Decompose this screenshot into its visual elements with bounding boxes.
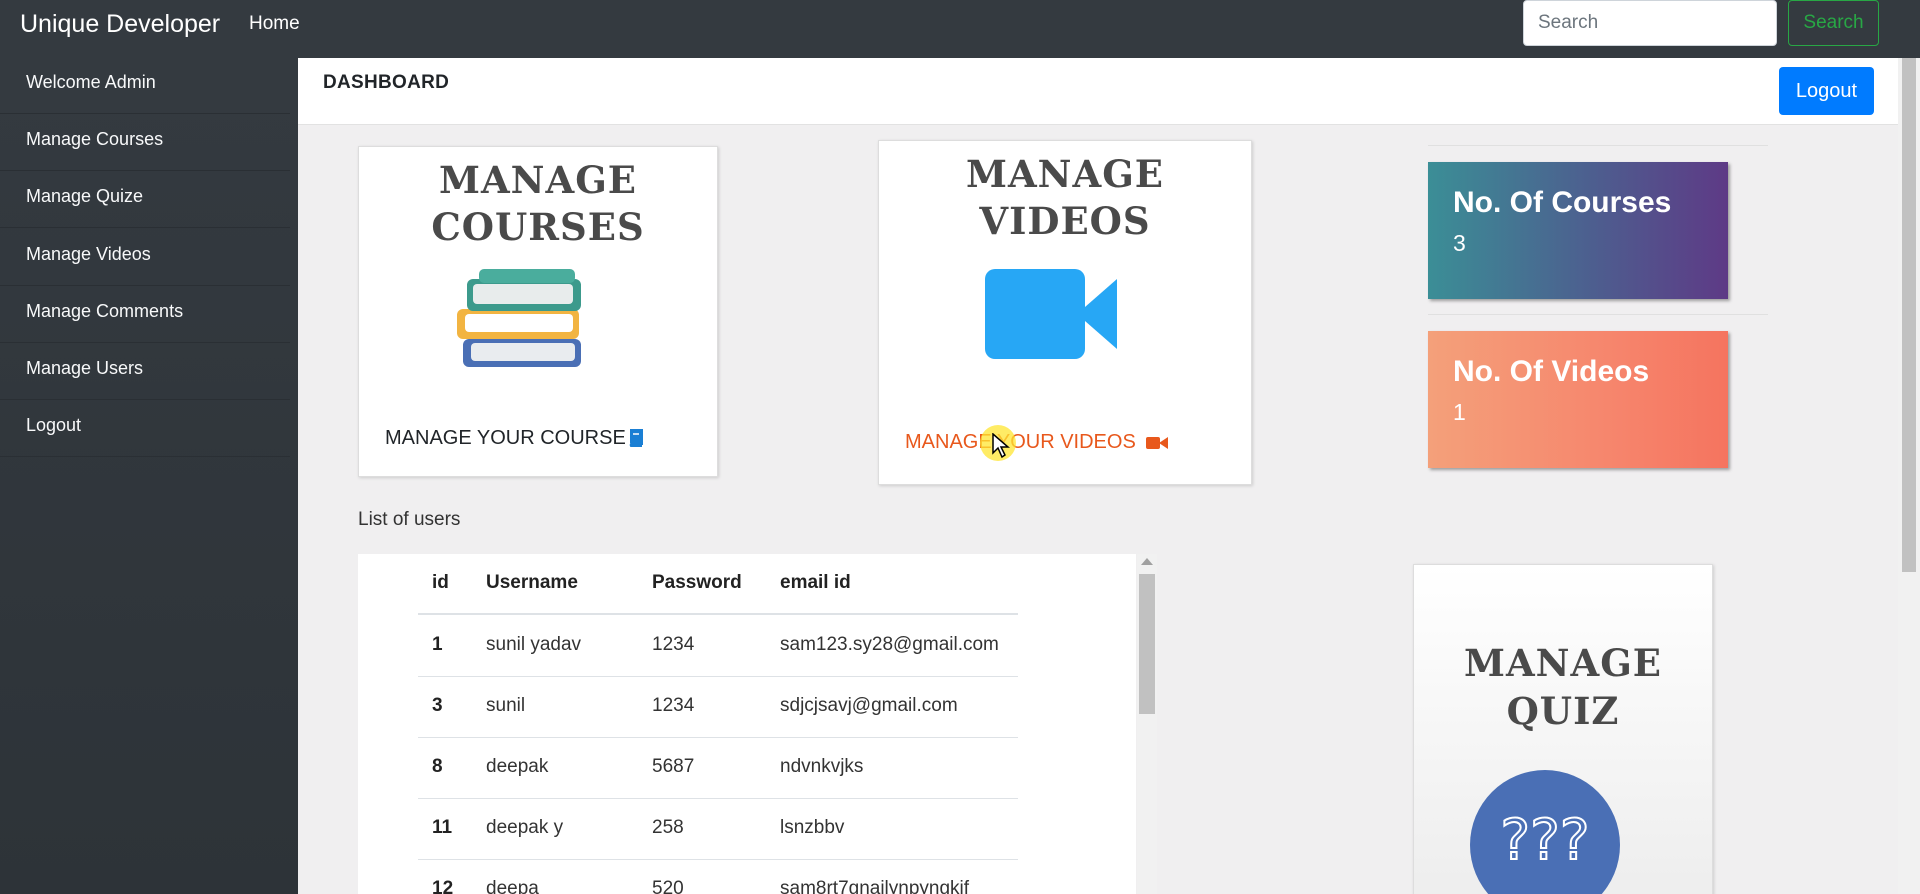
- cell-id: 8: [432, 756, 443, 777]
- quiz-question-icon: ???: [1470, 770, 1620, 894]
- table-row: 3 sunil 1234 sdjcjsavj@gmail.com: [418, 677, 1018, 738]
- sidebar-item-logout[interactable]: Logout: [0, 401, 290, 457]
- divider: [1428, 314, 1768, 315]
- cell-email: ndvnkvjks: [780, 756, 864, 777]
- cell-id: 12: [432, 878, 454, 894]
- table-scrollbar-thumb[interactable]: [1139, 574, 1155, 714]
- cell-password: 258: [652, 817, 684, 838]
- sidebar-item-label: Manage Users: [26, 358, 144, 378]
- cell-password: 5687: [652, 756, 695, 777]
- cell-username: deepak: [486, 756, 549, 777]
- cell-id: 1: [432, 634, 443, 655]
- cell-password: 520: [652, 878, 684, 894]
- table-row: 11 deepak y 258 lsnzbbv: [418, 799, 1018, 860]
- cell-username: deepa: [486, 878, 539, 894]
- cell-email: sdjcjsavj@gmail.com: [780, 695, 958, 716]
- table-row: 8 deepak 5687 ndvnkvjks: [418, 738, 1018, 799]
- table-row: 12 deepa 520 sam8rt7gnailynpyngkif: [418, 860, 1018, 894]
- sidebar-item-manage-comments[interactable]: Manage Comments: [0, 287, 290, 343]
- book-icon: [629, 429, 643, 447]
- page-title: DASHBOARD: [323, 72, 450, 93]
- video-camera-large-icon: [985, 269, 1117, 359]
- users-table: id Username Password email id 1 sunil ya…: [358, 554, 1136, 894]
- sidebar-item-label: Welcome Admin: [26, 72, 156, 92]
- mouse-pointer-icon: [992, 433, 1010, 459]
- logout-button[interactable]: Logout: [1779, 67, 1874, 115]
- sidebar-item-label: Manage Comments: [26, 301, 184, 321]
- nav-home-link[interactable]: Home: [249, 13, 300, 35]
- column-header-username: Username: [486, 572, 578, 593]
- stat-card-videos: No. Of Videos 1: [1428, 331, 1728, 468]
- cell-username: sunil yadav: [486, 634, 582, 655]
- sidebar-item-manage-quize[interactable]: Manage Quize: [0, 172, 290, 228]
- manage-quiz-card[interactable]: MANAGE QUIZ ???: [1413, 564, 1713, 894]
- top-navbar: Unique Developer Home Search: [0, 0, 1920, 58]
- card-title-line: MANAGE: [439, 158, 637, 202]
- sidebar: Welcome Admin Manage Courses Manage Quiz…: [0, 58, 298, 894]
- column-header-email: email id: [780, 572, 851, 593]
- stat-value: 1: [1453, 399, 1466, 425]
- column-header-id: id: [432, 572, 449, 593]
- sidebar-item-label: Manage Quize: [26, 186, 144, 206]
- stat-card-courses: No. Of Courses 3: [1428, 162, 1728, 299]
- table-row: 1 sunil yadav 1234 sam123.sy28@gmail.com: [418, 616, 1018, 677]
- page-scrollbar-thumb[interactable]: [1902, 58, 1916, 572]
- sidebar-item-manage-courses[interactable]: Manage Courses: [0, 115, 290, 171]
- divider: [1428, 145, 1768, 146]
- cell-username: sunil: [486, 695, 526, 716]
- card-title-line: MANAGE: [966, 152, 1164, 196]
- cell-email: sam8rt7gnailynpyngkif: [780, 878, 970, 894]
- cell-username: deepak y: [486, 817, 564, 838]
- table-header-row: id Username Password email id: [418, 554, 1018, 615]
- card-title-line: VIDEOS: [979, 199, 1151, 243]
- manage-your-videos-link[interactable]: MANAGE YOUR VIDEOS: [905, 431, 1136, 454]
- sidebar-item-label: Logout: [26, 415, 82, 435]
- search-button[interactable]: Search: [1788, 0, 1879, 46]
- stat-label: No. Of Courses: [1453, 186, 1672, 219]
- dashboard-header: DASHBOARD Logout: [298, 58, 1898, 125]
- card-title-line: MANAGE: [1464, 641, 1662, 685]
- card-title-line: COURSES: [431, 205, 645, 249]
- quiz-badge-text: ???: [1499, 807, 1590, 874]
- scroll-up-arrow-icon[interactable]: [1141, 558, 1153, 565]
- cell-password: 1234: [652, 634, 695, 655]
- manage-videos-card[interactable]: MANAGE VIDEOS MANAGE YOUR VIDEOS: [878, 140, 1252, 485]
- column-header-password: Password: [652, 572, 742, 593]
- sidebar-item-manage-users[interactable]: Manage Users: [0, 344, 290, 400]
- sidebar-item-welcome-admin[interactable]: Welcome Admin: [0, 58, 290, 114]
- cell-password: 1234: [652, 695, 695, 716]
- cell-id: 11: [432, 817, 453, 838]
- stat-value: 3: [1453, 230, 1466, 256]
- sidebar-item-label: Manage Courses: [26, 129, 164, 149]
- cell-email: lsnzbbv: [780, 817, 845, 838]
- search-input[interactable]: [1523, 0, 1777, 46]
- card-title-line: QUIZ: [1506, 689, 1620, 733]
- users-list-title: List of users: [358, 509, 461, 530]
- stat-label: No. Of Videos: [1453, 355, 1650, 388]
- sidebar-item-manage-videos[interactable]: Manage Videos: [0, 230, 290, 286]
- cell-id: 3: [432, 695, 443, 716]
- cell-email: sam123.sy28@gmail.com: [780, 634, 999, 655]
- brand-logo[interactable]: Unique Developer: [20, 10, 220, 39]
- sidebar-item-label: Manage Videos: [26, 244, 151, 264]
- manage-your-course-link[interactable]: MANAGE YOUR COURSE: [385, 427, 626, 450]
- books-icon: [457, 269, 581, 367]
- manage-courses-card[interactable]: MANAGE COURSES MANAGE YOUR COURSE: [358, 146, 718, 477]
- video-camera-icon: [1146, 437, 1168, 449]
